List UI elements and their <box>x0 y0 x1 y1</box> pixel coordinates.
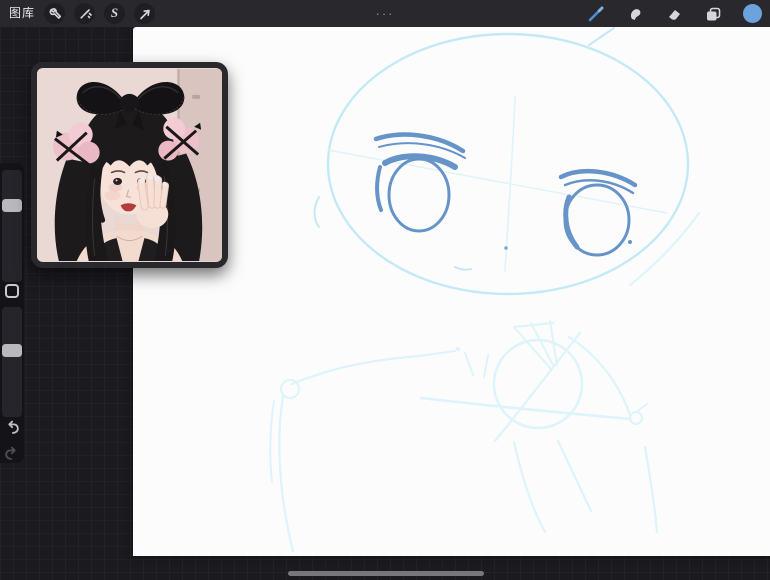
layers-button[interactable] <box>702 3 724 25</box>
drawing-canvas[interactable] <box>133 27 770 556</box>
head-construction <box>315 28 700 294</box>
brush-size-handle[interactable] <box>2 199 22 212</box>
transform-arrow-icon <box>138 7 152 21</box>
selection-s-icon: S <box>111 5 118 21</box>
sketch-artwork <box>133 27 770 556</box>
color-button[interactable] <box>741 3 763 25</box>
eraser-icon <box>665 5 683 23</box>
home-indicator[interactable] <box>288 571 484 576</box>
smudge-finger-icon <box>626 5 644 23</box>
undo-icon <box>3 424 21 441</box>
redo-button[interactable] <box>3 445 21 463</box>
actions-button[interactable] <box>44 3 65 24</box>
wrench-icon <box>48 7 62 21</box>
toolbar-left-group: 图库 S <box>0 0 155 27</box>
transform-button[interactable] <box>134 3 155 24</box>
procreate-app: 图库 S <box>0 0 770 580</box>
gallery-button[interactable]: 图库 <box>9 0 35 27</box>
smudge-tool-button[interactable] <box>624 3 646 25</box>
eraser-tool-button[interactable] <box>663 3 685 25</box>
brush-opacity-slider[interactable] <box>2 307 22 417</box>
modify-button[interactable] <box>5 284 19 298</box>
paint-tool-button[interactable] <box>585 3 607 25</box>
brush-opacity-handle[interactable] <box>2 344 22 357</box>
layers-icon <box>704 5 722 23</box>
toolbar-right-group <box>585 0 763 27</box>
adjustments-button[interactable] <box>74 3 95 24</box>
right-eye-sketch <box>561 171 635 255</box>
redo-icon <box>3 450 21 467</box>
active-color-swatch <box>743 4 762 23</box>
left-eye-sketch <box>376 135 465 231</box>
brush-sidebar <box>0 163 24 463</box>
brush-icon <box>587 5 605 23</box>
face-details-sketch <box>455 246 508 269</box>
magic-wand-icon <box>78 7 92 21</box>
body-construction <box>270 321 657 551</box>
undo-button[interactable] <box>3 419 21 437</box>
reference-window[interactable] <box>31 62 228 268</box>
top-toolbar: 图库 S <box>0 0 770 27</box>
portrait-reference-photo <box>37 68 222 262</box>
selection-button[interactable]: S <box>104 3 125 24</box>
brush-size-slider[interactable] <box>2 170 22 282</box>
reference-photo <box>37 68 222 262</box>
